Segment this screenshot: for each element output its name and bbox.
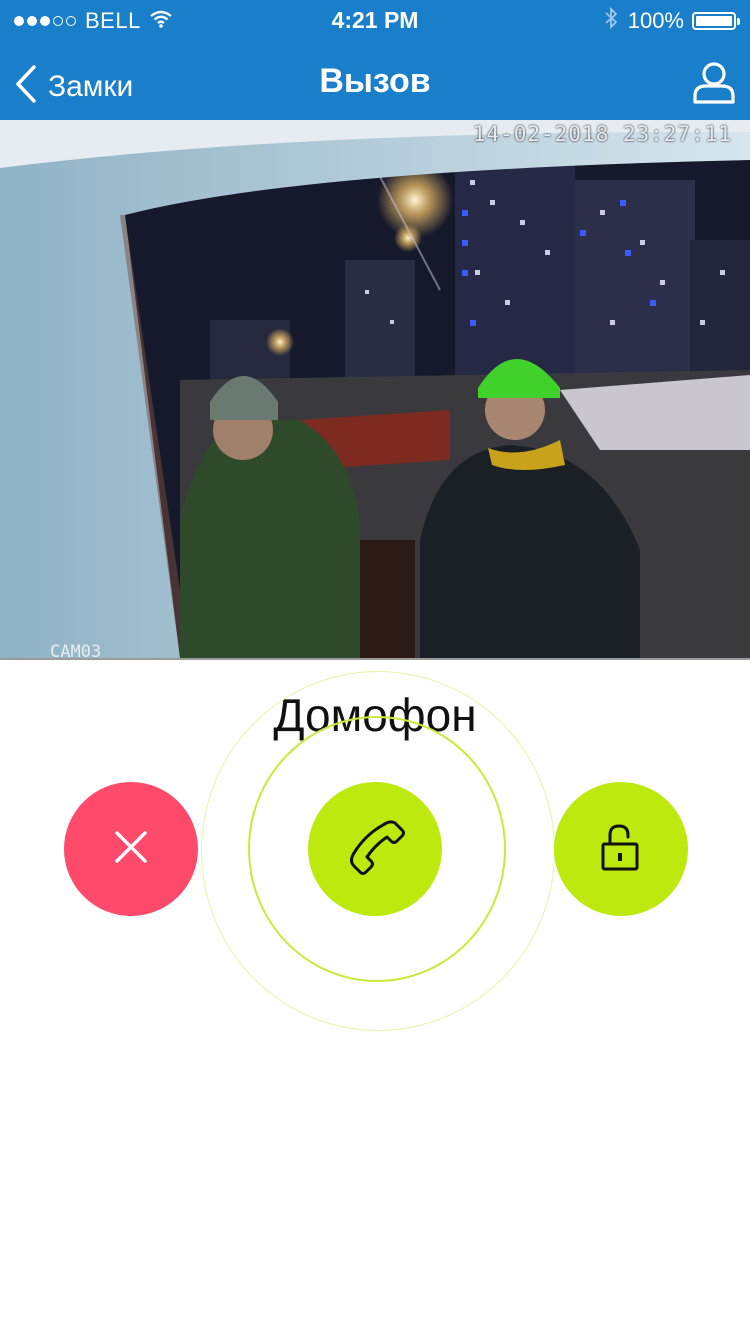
status-bar: BELL 4:21 PM 100%: [0, 0, 750, 40]
answer-call-button[interactable]: [308, 782, 442, 916]
user-icon: [692, 62, 736, 108]
navigation-bar: Замки Вызов: [0, 40, 750, 120]
battery-icon: [692, 12, 740, 30]
camera-image: [0, 120, 750, 658]
unlock-door-button[interactable]: [554, 782, 688, 916]
user-profile-button[interactable]: [692, 60, 736, 109]
bluetooth-icon: [604, 6, 618, 35]
status-right: 100%: [604, 6, 740, 35]
unlock-icon: [599, 822, 643, 877]
page-title: Вызов: [319, 62, 431, 100]
battery-tip: [737, 18, 740, 25]
phone-icon: [345, 817, 405, 882]
battery-level: [696, 16, 732, 26]
camera-label: CAM03: [50, 642, 102, 658]
close-icon: [114, 830, 148, 869]
video-divider: [0, 658, 750, 660]
battery-percent: 100%: [627, 8, 684, 33]
camera-timestamp: 14-02-2018 23:27:11: [472, 122, 732, 146]
intercom-video-feed: 14-02-2018 23:27:11 CAM03: [0, 120, 750, 658]
decline-call-button[interactable]: [64, 782, 198, 916]
